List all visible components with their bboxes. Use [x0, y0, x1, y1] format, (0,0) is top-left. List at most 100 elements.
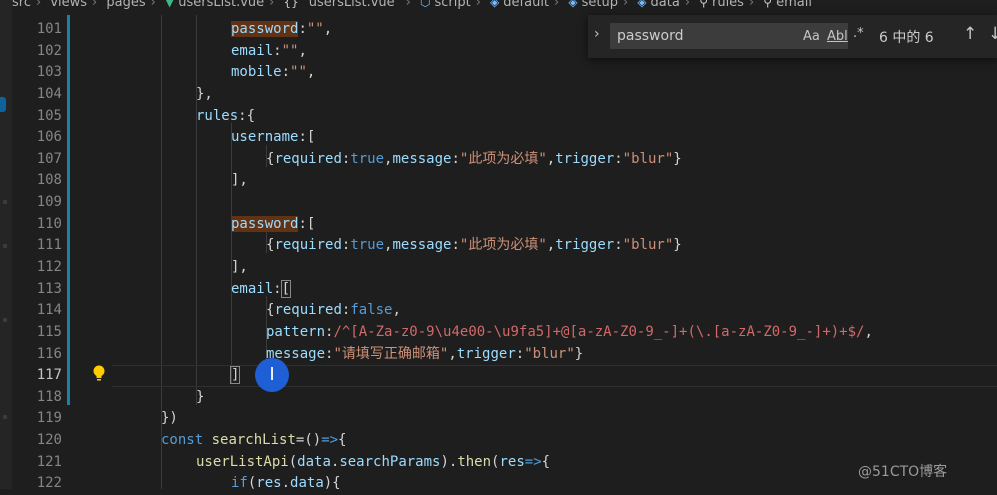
activity-bar: [0, 0, 12, 489]
cube-icon: ◈: [568, 0, 578, 9]
code-text: message:"请填写正确邮箱",trigger:"blur"}: [266, 346, 584, 362]
code-editor[interactable]: 101 password:"", 102 email:"", 103 mobil…: [12, 15, 997, 491]
line-number: 104: [36, 86, 62, 102]
vue-icon: ▼: [164, 0, 175, 9]
code-line[interactable]: 116 message:"请填写正确邮箱",trigger:"blur"}: [12, 344, 997, 366]
code-text: }: [196, 389, 205, 405]
line-number: 121: [36, 454, 62, 470]
code-line[interactable]: 113 email:[: [12, 279, 997, 301]
code-text: userListApi(data.searchParams).then(res=…: [196, 454, 551, 470]
breadcrumb-item[interactable]: email: [776, 0, 812, 9]
code-text: ],: [231, 259, 248, 275]
breadcrumb-item[interactable]: pages: [106, 0, 145, 9]
code-line[interactable]: 109: [12, 192, 997, 214]
breadcrumb-item[interactable]: usersList.vue: [178, 0, 264, 9]
find-widget: › Aa Abl .* 6 中的 6 ↑ ↓: [588, 15, 997, 58]
wrench-icon: ⚲: [699, 0, 708, 9]
line-number: 115: [36, 324, 62, 340]
code-text: username:[: [231, 129, 316, 145]
code-line[interactable]: 108 ],: [12, 170, 997, 192]
code-text: rules:{: [196, 108, 256, 124]
code-line[interactable]: 112 ],: [12, 257, 997, 279]
line-number: 102: [36, 43, 62, 59]
code-line[interactable]: 119 }): [12, 408, 997, 430]
text-cursor-icon: I: [255, 358, 289, 392]
line-number: 114: [36, 302, 62, 318]
line-number: 113: [36, 281, 62, 297]
line-number: 118: [36, 389, 62, 405]
breadcrumb-item[interactable]: src: [12, 0, 31, 9]
line-number: 106: [36, 129, 62, 145]
lightbulb-icon[interactable]: [92, 364, 106, 384]
watermark: @51CTO博客: [858, 464, 948, 480]
whole-word-toggle[interactable]: Abl: [827, 29, 848, 44]
line-number: 120: [36, 432, 62, 448]
line-number: 110: [36, 216, 62, 232]
line-number: 119: [36, 410, 62, 426]
line-number: 103: [36, 64, 62, 80]
breadcrumb-item[interactable]: data: [651, 0, 680, 9]
chevron-right-icon: ›: [622, 0, 629, 10]
breadcrumb-item[interactable]: views: [50, 0, 87, 9]
code-line[interactable]: 122 if(res.data){: [12, 473, 997, 495]
line-number: 117: [36, 367, 62, 383]
code-text: ]: [229, 366, 241, 384]
code-text: {required:true,message:"此项为必填",trigger:"…: [266, 237, 682, 253]
code-line[interactable]: 120 const searchList=()=>{: [12, 430, 997, 452]
code-line[interactable]: 117 ]: [12, 365, 997, 387]
line-number: 101: [36, 21, 62, 37]
line-number: 105: [36, 108, 62, 124]
code-text: {required:true,message:"此项为必填",trigger:"…: [266, 151, 682, 167]
breadcrumb-item[interactable]: rules: [712, 0, 744, 9]
code-line[interactable]: 110 password:[: [12, 214, 997, 236]
code-line[interactable]: 104 },: [12, 84, 997, 106]
match-count: 6 中的 6: [879, 30, 934, 46]
code-line[interactable]: 115 pattern:/^[A-Za-z0-9\u4e00-\u9fa5]+@…: [12, 322, 997, 344]
code-line[interactable]: 107 {required:true,message:"此项为必填",trigg…: [12, 149, 997, 171]
code-text: if(res.data){: [231, 475, 341, 491]
chevron-right-icon: ›: [150, 0, 156, 10]
activity-mark: [3, 318, 7, 322]
line-number: 109: [36, 194, 62, 210]
activity-mark: [3, 200, 7, 204]
wrench-icon: ⚲: [763, 0, 773, 9]
breadcrumb-item[interactable]: setup: [582, 0, 618, 9]
chevron-right-icon: ›: [35, 0, 42, 10]
code-text: email:"",: [231, 43, 307, 59]
breadcrumb-item[interactable]: script: [434, 0, 470, 9]
code-text: password:[: [231, 216, 316, 232]
braces-icon: {}: [283, 0, 299, 9]
breadcrumb-item[interactable]: "usersList.vue": [303, 0, 401, 9]
code-line[interactable]: 106 username:[: [12, 127, 997, 149]
arrow-up-icon[interactable]: ↑: [963, 24, 977, 44]
line-number: 112: [36, 259, 62, 275]
find-input[interactable]: [617, 27, 797, 45]
code-line[interactable]: 121 userListApi(data.searchParams).then(…: [12, 452, 997, 474]
code-line[interactable]: 118 }: [12, 387, 997, 409]
code-text: email:[: [231, 280, 292, 298]
chevron-right-icon: ›: [92, 0, 98, 10]
breadcrumb-item[interactable]: default: [503, 0, 549, 9]
cube-icon: ◈: [490, 0, 500, 9]
code-line[interactable]: 111 {required:true,message:"此项为必填",trigg…: [12, 235, 997, 257]
code-text: const searchList=()=>{: [161, 432, 347, 448]
code-line[interactable]: 105 rules:{: [12, 106, 997, 128]
chevron-right-icon: ›: [269, 0, 275, 10]
arrow-down-icon[interactable]: ↓: [988, 24, 997, 44]
chevron-right-icon: ›: [554, 0, 560, 10]
line-number: 122: [36, 475, 62, 491]
chevron-right-icon[interactable]: ›: [594, 26, 600, 42]
chevron-right-icon: ›: [748, 0, 755, 10]
regex-toggle[interactable]: .*: [853, 26, 864, 41]
code-text: ],: [231, 172, 248, 188]
line-number: 111: [36, 237, 62, 253]
cube-icon: ◈: [637, 0, 647, 9]
chevron-right-icon: ›: [475, 0, 481, 10]
code-line[interactable]: 114 {required:false,: [12, 300, 997, 322]
code-text: },: [196, 86, 213, 102]
code-text: {required:false,: [266, 302, 401, 318]
match-case-toggle[interactable]: Aa: [803, 29, 820, 44]
code-line[interactable]: 103 mobile:"",: [12, 62, 997, 84]
activity-indicator[interactable]: [0, 97, 6, 112]
find-input-box: Aa Abl: [610, 23, 848, 49]
